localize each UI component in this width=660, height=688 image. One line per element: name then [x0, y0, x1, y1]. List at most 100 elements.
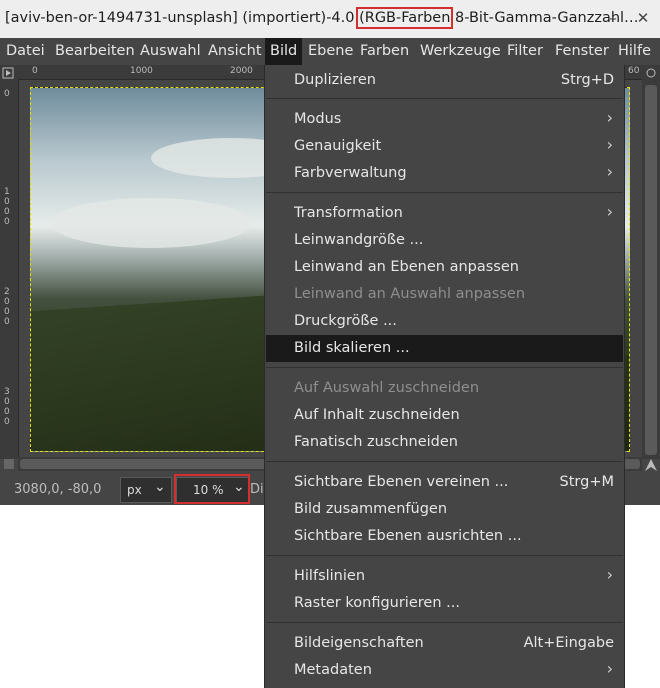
title-text: [aviv-ben-or-1494731-unsplash] (importie…	[5, 10, 360, 26]
menu-item-sichtbare-ebenen-ausrichten[interactable]: Sichtbare Ebenen ausrichten ...	[266, 523, 623, 550]
ruler-label: 0	[4, 407, 10, 417]
menu-item-farbverwaltung[interactable]: Farbverwaltung ›	[266, 160, 623, 187]
menu-item-auf-auswahl-zuschneiden: Auf Auswahl zuschneiden	[266, 375, 623, 402]
minimize-button[interactable]: –	[604, 9, 622, 27]
menu-item-hilfslinien[interactable]: Hilfslinien ›	[266, 563, 623, 590]
menu-item-fanatisch-zuschneiden[interactable]: Fanatisch zuschneiden	[266, 429, 623, 456]
ruler-label: 0	[4, 217, 10, 227]
ruler-label: 60	[628, 66, 640, 76]
menu-item-label: Bildeigenschaften	[294, 635, 424, 651]
menu-item-duplizieren[interactable]: Duplizieren Strg+D	[266, 67, 623, 94]
ruler-corner-button[interactable]	[0, 65, 18, 79]
window-titlebar: [aviv-ben-or-1494731-unsplash] (importie…	[0, 0, 660, 38]
menu-item-label: Hilfslinien	[294, 568, 366, 584]
menu-separator	[266, 192, 623, 193]
chevron-right-icon: ›	[606, 108, 613, 127]
ruler-label: 0	[4, 89, 10, 99]
menu-item-sichtbare-ebenen-vereinen[interactable]: Sichtbare Ebenen vereinen ... Strg+M	[266, 469, 623, 496]
menu-item-label: Duplizieren	[294, 72, 376, 88]
ruler-label: 0	[4, 207, 10, 217]
unit-value: px	[127, 483, 142, 497]
menu-item-leinwandgroesse[interactable]: Leinwandgröße ...	[266, 227, 623, 254]
ruler-label: 0	[4, 417, 10, 427]
menu-item-label: Fanatisch zuschneiden	[294, 434, 458, 450]
shortcut-label: Strg+M	[559, 474, 614, 490]
ruler-label: 1	[4, 187, 10, 197]
close-button[interactable]: ✕	[634, 9, 652, 27]
cloud-shape	[51, 198, 251, 248]
menu-werkzeuge[interactable]: Werkzeuge	[420, 43, 501, 59]
menu-separator	[266, 622, 623, 623]
menu-item-label: Leinwandgröße ...	[294, 232, 424, 248]
ruler-label: 2	[4, 287, 10, 297]
menu-item-label: Auf Inhalt zuschneiden	[294, 407, 460, 423]
quickmask-toggle[interactable]	[4, 459, 14, 469]
vertical-scroll-thumb[interactable]	[645, 85, 657, 455]
menu-item-transformation[interactable]: Transformation ›	[266, 200, 623, 227]
menu-item-label: Sichtbare Ebenen ausrichten ...	[294, 528, 522, 544]
menu-item-raster-konfigurieren[interactable]: Raster konfigurieren ...	[266, 590, 623, 617]
chevron-right-icon: ›	[606, 162, 613, 181]
menu-separator	[266, 461, 623, 462]
shortcut-label: Alt+Eingabe	[523, 635, 614, 651]
menu-separator	[266, 98, 623, 99]
menu-ebene[interactable]: Ebene	[308, 43, 353, 59]
quickmask-icon	[2, 67, 14, 79]
chevron-right-icon: ›	[606, 565, 613, 584]
menu-filter[interactable]: Filter	[507, 43, 543, 59]
menu-item-label: Modus	[294, 111, 342, 127]
menu-hilfe[interactable]: Hilfe	[618, 43, 651, 59]
menu-item-label: Sichtbare Ebenen vereinen ...	[294, 474, 509, 490]
menu-item-druckgroesse[interactable]: Druckgröße ...	[266, 308, 623, 335]
window-title: [aviv-ben-or-1494731-unsplash] (importie…	[5, 7, 639, 29]
ruler-label: 0	[4, 307, 10, 317]
menu-item-label: Transformation	[294, 205, 403, 221]
menu-item-leinwand-an-auswahl: Leinwand an Auswahl anpassen	[266, 281, 623, 308]
menu-bearbeiten[interactable]: Bearbeiten	[55, 43, 135, 59]
status-message: Di	[250, 482, 264, 497]
chevron-right-icon: ›	[606, 135, 613, 154]
menu-item-label: Farbverwaltung	[294, 165, 407, 181]
ruler-label: 2000	[230, 66, 253, 76]
chevron-right-icon: ›	[606, 202, 613, 221]
menu-item-auf-inhalt-zuschneiden[interactable]: Auf Inhalt zuschneiden	[266, 402, 623, 429]
vertical-ruler[interactable]: 0 1 0 0 0 2 0 0 0 3 0 0 0	[0, 79, 19, 459]
menu-item-bild-zusammenfuegen[interactable]: Bild zusammenfügen	[266, 496, 623, 523]
menu-datei[interactable]: Datei	[6, 43, 45, 59]
ruler-label: 3	[4, 387, 10, 397]
menu-item-modus[interactable]: Modus ›	[266, 106, 623, 133]
zoom-lock-icon	[646, 68, 656, 78]
ruler-label: 1000	[130, 66, 153, 76]
chevron-right-icon: ›	[606, 659, 613, 678]
menu-item-label: Auf Auswahl zuschneiden	[294, 380, 480, 396]
title-color-mode: (RGB-Farben	[356, 7, 454, 29]
ruler-label: 0	[32, 66, 38, 76]
ruler-label: 0	[4, 197, 10, 207]
menu-ansicht[interactable]: Ansicht	[208, 43, 262, 59]
ruler-label: 0	[4, 297, 10, 307]
menu-item-label: Raster konfigurieren ...	[294, 595, 460, 611]
menu-item-genauigkeit[interactable]: Genauigkeit ›	[266, 133, 623, 160]
menu-fenster[interactable]: Fenster	[555, 43, 609, 59]
menu-bild[interactable]: Bild	[265, 38, 303, 65]
menu-auswahl[interactable]: Auswahl	[140, 43, 201, 59]
menu-farben[interactable]: Farben	[360, 43, 409, 59]
navigate-icon[interactable]	[643, 457, 659, 473]
zoom-highlight-box	[174, 474, 250, 504]
bild-menu: Duplizieren Strg+D Modus › Genauigkeit › Fa…	[264, 65, 625, 688]
vertical-scrollbar[interactable]	[642, 65, 660, 459]
unit-select[interactable]: px ⌄	[120, 477, 172, 503]
menu-item-label: Leinwand an Ebenen anpassen	[294, 259, 519, 275]
menu-item-bild-skalieren[interactable]: Bild skalieren ...	[266, 335, 623, 362]
menu-item-leinwand-an-ebenen[interactable]: Leinwand an Ebenen anpassen	[266, 254, 623, 281]
menu-item-metadaten[interactable]: Metadaten ›	[266, 657, 623, 684]
menu-item-label: Genauigkeit	[294, 138, 382, 154]
menu-item-bildeigenschaften[interactable]: Bildeigenschaften Alt+Eingabe	[266, 630, 623, 657]
menu-item-label: Leinwand an Auswahl anpassen	[294, 286, 526, 302]
menubar: Datei Bearbeiten Auswahl Ansicht Bild Eb…	[0, 38, 660, 65]
shortcut-label: Strg+D	[560, 72, 614, 88]
menu-separator	[266, 367, 623, 368]
menu-item-label: Bild skalieren ...	[294, 340, 410, 356]
menu-item-label: Metadaten	[294, 662, 372, 678]
menu-item-label: Druckgröße ...	[294, 313, 397, 329]
